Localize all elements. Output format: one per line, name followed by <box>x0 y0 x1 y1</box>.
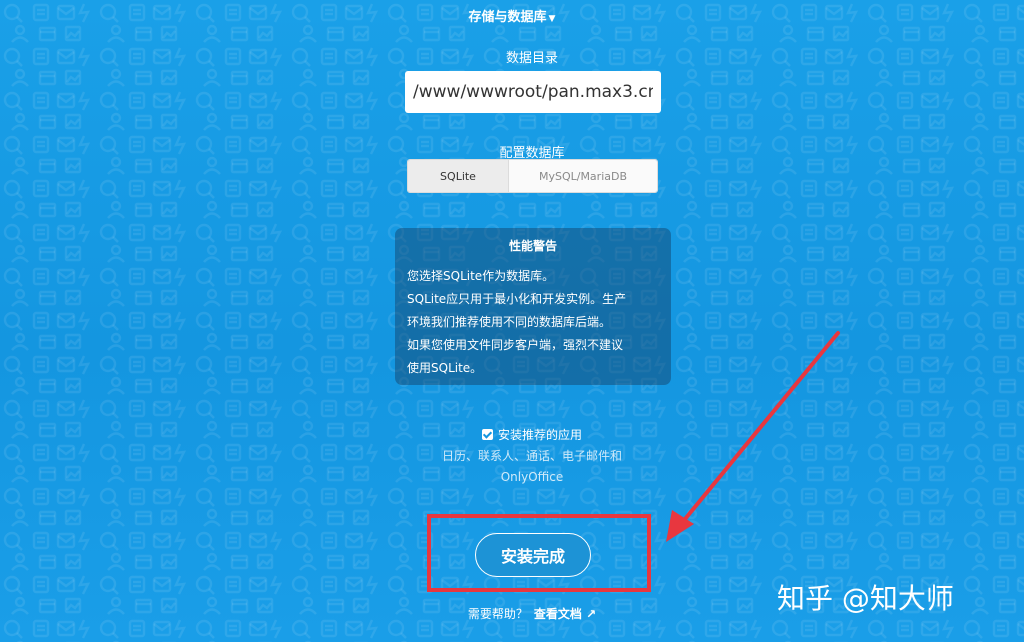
red-arrow-annotation <box>666 331 840 542</box>
zhihu-watermark: 知乎 @知大师 <box>777 582 954 615</box>
